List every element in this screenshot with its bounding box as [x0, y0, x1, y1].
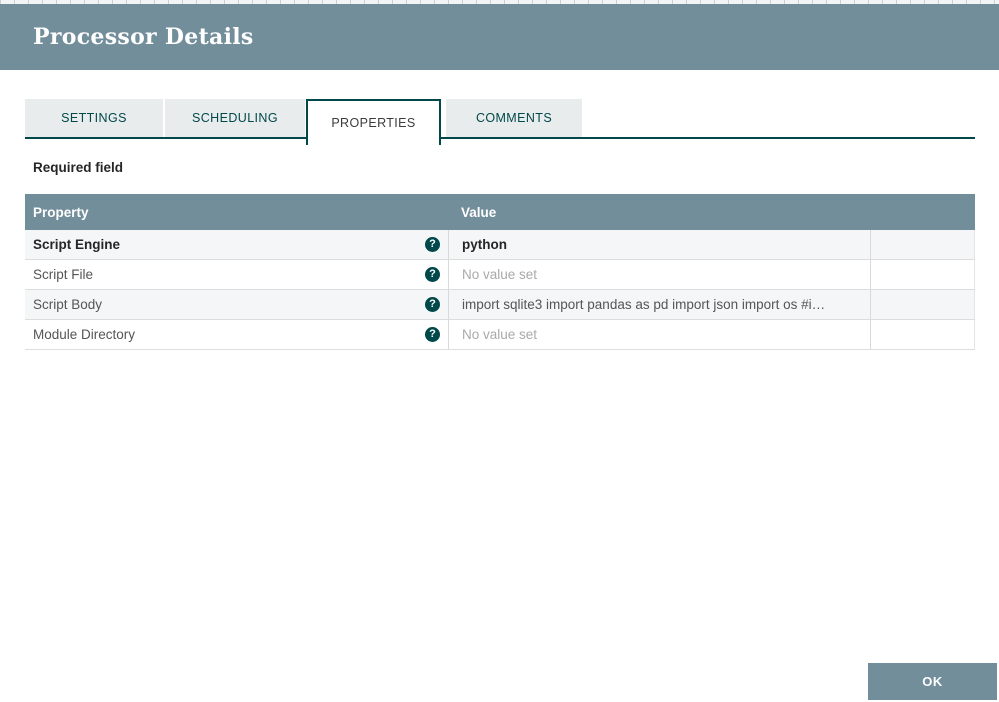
table-row: Script Body ? import sqlite3 import pand… — [25, 290, 975, 320]
property-value: python — [462, 237, 507, 252]
table-row: Script Engine ? python — [25, 230, 975, 260]
properties-table: Property Value Script Engine ? python Sc… — [25, 194, 975, 350]
property-name: Module Directory — [33, 327, 425, 342]
tab-properties-label: PROPERTIES — [331, 116, 415, 130]
property-value: No value set — [462, 327, 537, 342]
help-icon[interactable]: ? — [425, 267, 440, 282]
tab-scheduling-label: SCHEDULING — [192, 111, 278, 125]
ok-button[interactable]: OK — [868, 663, 997, 700]
property-value: No value set — [462, 267, 537, 282]
property-name: Script Body — [33, 297, 425, 312]
property-name: Script File — [33, 267, 425, 282]
table-row: Script File ? No value set — [25, 260, 975, 290]
property-value: import sqlite3 import pandas as pd impor… — [462, 297, 825, 312]
property-name: Script Engine — [33, 237, 425, 252]
required-field-hint: Required field — [33, 160, 123, 175]
properties-table-header: Property Value — [25, 194, 975, 230]
tab-bar: SETTINGS SCHEDULING PROPERTIES COMMENTS — [25, 99, 975, 145]
tab-comments[interactable]: COMMENTS — [446, 99, 582, 137]
column-header-property: Property — [25, 205, 448, 220]
table-row: Module Directory ? No value set — [25, 320, 975, 350]
help-icon[interactable]: ? — [425, 237, 440, 252]
tab-scheduling[interactable]: SCHEDULING — [165, 99, 305, 137]
column-header-value: Value — [448, 205, 870, 220]
row-extra-cell — [870, 290, 975, 319]
row-extra-cell — [870, 260, 975, 289]
row-extra-cell — [870, 230, 975, 259]
help-icon[interactable]: ? — [425, 297, 440, 312]
tab-properties[interactable]: PROPERTIES — [306, 99, 441, 145]
tab-settings[interactable]: SETTINGS — [25, 99, 163, 137]
dialog-header: Processor Details — [0, 4, 999, 70]
processor-details-dialog: Processor Details SETTINGS SCHEDULING PR… — [0, 0, 999, 702]
page-title: Processor Details — [33, 24, 254, 50]
tab-settings-label: SETTINGS — [61, 111, 127, 125]
tab-comments-label: COMMENTS — [476, 111, 552, 125]
help-icon[interactable]: ? — [425, 327, 440, 342]
row-extra-cell — [870, 320, 975, 349]
tab-underline — [25, 137, 975, 139]
